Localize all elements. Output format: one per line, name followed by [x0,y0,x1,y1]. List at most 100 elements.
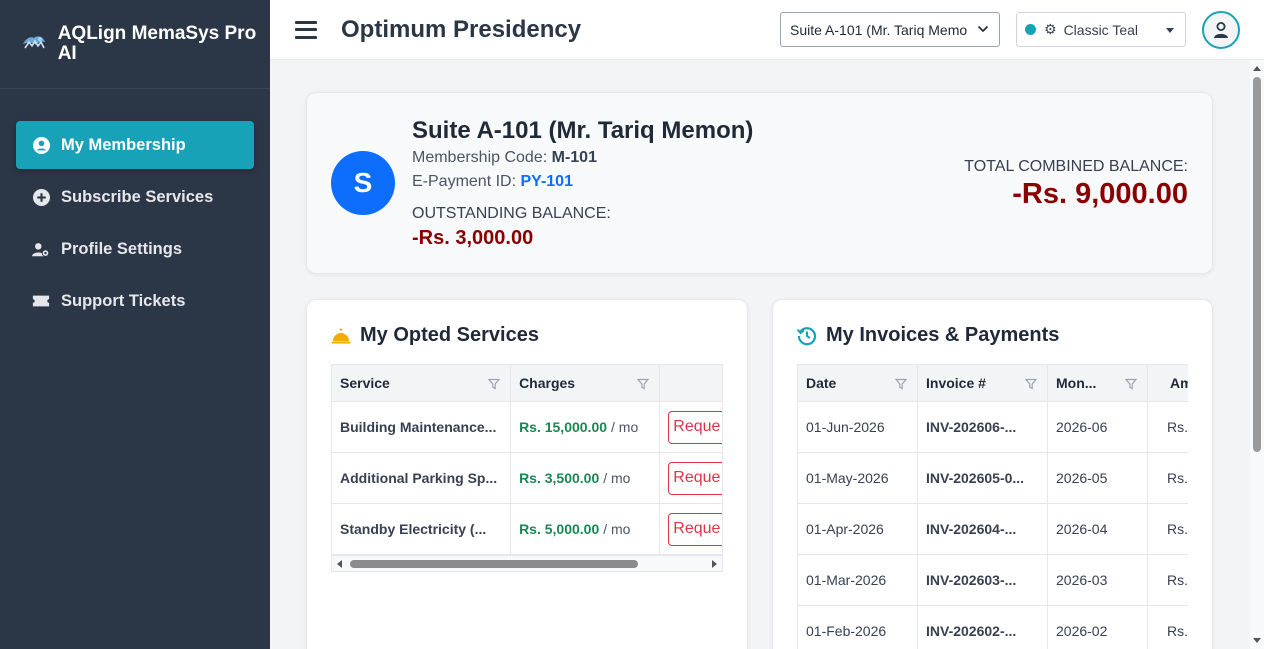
price-period: / mo [611,419,639,435]
outstanding-balance-value: -Rs. 3,000.00 [412,227,534,249]
invoice-number-cell: INV-202606-... [918,402,1048,452]
invoice-amount-cell: Rs. [1167,470,1188,486]
membership-code: M-101 [551,149,597,166]
invoice-date-cell: 01-Jun-2026 [798,402,918,452]
theme-select-value: Classic Teal [1063,21,1138,38]
column-header-invoice[interactable]: Invoice # [918,365,1048,401]
opted-services-card: My Opted Services Service Charges Buildi… [306,299,748,649]
service-name-cell: Additional Parking Sp... [332,453,512,503]
invoice-amount-cell: Rs. [1167,419,1188,435]
scroll-left-icon[interactable] [337,560,342,568]
unit-select-value: Suite A-101 (Mr. Tariq Memon) [790,21,968,38]
invoice-date-cell: 01-May-2026 [798,453,918,503]
sidebar-item-support-tickets[interactable]: Support Tickets [16,277,254,325]
sidebar-item-profile-settings[interactable]: Profile Settings [16,225,254,273]
filter-icon[interactable] [894,377,908,393]
sidebar-item-label: Profile Settings [61,239,183,258]
horizontal-scrollbar[interactable] [332,555,722,571]
opted-services-title: My Opted Services [331,324,539,347]
column-header-charges[interactable]: Charges [511,365,661,401]
scrollbar-thumb[interactable] [350,560,638,568]
scroll-up-icon[interactable] [1253,66,1261,71]
column-header-month[interactable]: Mon... [1048,365,1148,401]
request-button[interactable]: Reque [668,461,722,495]
table-row[interactable]: 01-Mar-2026 INV-202603-... 2026-03 Rs. [798,555,1188,606]
action-cell: Reque [660,504,722,554]
card-title-text: My Invoices & Payments [826,324,1060,346]
user-avatar-button[interactable] [1202,11,1240,49]
column-header-action [660,365,722,401]
column-header-amount[interactable]: Am [1148,365,1188,401]
charges-cell: Rs. 15,000.00 / mo [511,402,661,452]
user-cog-icon [32,240,50,258]
table-row: Building Maintenance... Rs. 15,000.00 / … [332,402,722,453]
member-avatar: S [331,151,395,215]
action-cell: Reque [660,402,722,452]
request-button[interactable]: Reque [668,512,722,546]
filter-icon[interactable] [487,377,501,393]
brand-name: AQLign MemaSys Pro AI [57,23,257,64]
table-row: Standby Electricity (... Rs. 5,000.00 / … [332,504,722,555]
sidebar-item-my-membership[interactable]: My Membership [16,121,254,169]
gear-icon: ⚙ [1044,21,1057,37]
invoice-month-cell: 2026-05 [1048,453,1148,503]
user-circle-icon [32,136,50,154]
table-row[interactable]: 01-Jun-2026 INV-202606-... 2026-06 Rs. [798,402,1188,453]
price-period: / mo [603,521,631,537]
epayment-id-label: E-Payment ID: [412,173,517,190]
outstanding-balance-label: OUTSTANDING BALANCE: [412,205,611,222]
table-row[interactable]: 01-Feb-2026 INV-202602-... 2026-02 Rs. [798,606,1188,649]
filter-icon[interactable] [1124,377,1138,393]
chevron-down-icon [977,22,989,39]
unit-select[interactable]: Suite A-101 (Mr. Tariq Memon) [780,12,1000,47]
request-button[interactable]: Reque [668,410,722,444]
scroll-down-icon[interactable] [1253,638,1261,643]
service-price: Rs. 5,000.00 [519,521,600,537]
charges-cell: Rs. 5,000.00 / mo [511,504,661,554]
sidebar-item-subscribe-services[interactable]: Subscribe Services [16,173,254,221]
membership-code-label: Membership Code: [412,149,548,166]
invoices-grid: Date Invoice # Mon... Am 01-Jun-2026 INV… [797,364,1188,649]
invoice-month-cell: 2026-02 [1048,606,1148,649]
total-balance-label: TOTAL COMBINED BALANCE: [964,158,1188,175]
concierge-bell-icon [331,328,351,344]
services-grid: Service Charges Building Maintenance... … [331,364,723,572]
page-scrollbar-thumb[interactable] [1253,77,1261,452]
table-row[interactable]: 01-May-2026 INV-202605-0... 2026-05 Rs. [798,453,1188,504]
epayment-id: PY-101 [520,173,573,190]
invoice-date-cell: 01-Feb-2026 [798,606,918,649]
sidebar-item-label: Support Tickets [61,291,186,310]
main-content: S Suite A-101 (Mr. Tariq Memon) Membersh… [270,60,1250,649]
service-name-cell: Building Maintenance... [332,402,512,452]
invoice-amount-cell: Rs. [1167,623,1188,639]
plus-circle-icon [32,188,50,206]
ticket-icon [32,292,50,310]
invoice-amount-cell: Rs. [1167,572,1188,588]
page-vertical-scrollbar[interactable] [1250,60,1264,649]
caret-down-icon [1166,28,1174,33]
invoice-number-cell: INV-202604-... [918,504,1048,554]
table-row: Additional Parking Sp... Rs. 3,500.00 / … [332,453,722,504]
column-header-date[interactable]: Date [798,365,918,401]
membership-summary-card: S Suite A-101 (Mr. Tariq Memon) Membersh… [306,92,1213,274]
epayment-id-line: E-Payment ID: PY-101 [412,173,573,191]
menu-toggle-icon[interactable] [295,20,317,39]
theme-color-dot [1025,24,1036,35]
table-row[interactable]: 01-Apr-2026 INV-202604-... 2026-04 Rs. [798,504,1188,555]
invoices-title: My Invoices & Payments [797,324,1059,347]
total-balance-value: -Rs. 9,000.00 [1012,178,1188,210]
brand[interactable]: AQLign MemaSys Pro AI [0,0,270,89]
sidebar-item-label: Subscribe Services [61,187,214,206]
filter-icon[interactable] [1024,377,1038,393]
theme-select[interactable]: ⚙ Classic Teal [1016,12,1186,47]
filter-icon[interactable] [637,377,650,393]
invoice-month-cell: 2026-06 [1048,402,1148,452]
invoice-month-cell: 2026-03 [1048,555,1148,605]
invoice-number-cell: INV-202602-... [918,606,1048,649]
invoice-amount-cell: Rs. [1167,521,1188,537]
invoices-grid-header: Date Invoice # Mon... Am [798,365,1188,402]
scroll-right-icon[interactable] [712,560,717,568]
charges-cell: Rs. 3,500.00 / mo [511,453,661,503]
sidebar: AQLign MemaSys Pro AI My Membership Subs… [0,0,270,649]
column-header-service[interactable]: Service [332,365,512,401]
